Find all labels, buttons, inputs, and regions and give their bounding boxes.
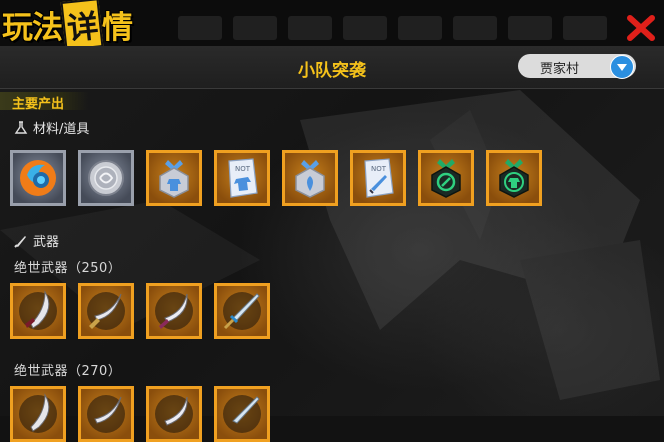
svg-text:NOT: NOT <box>235 165 251 173</box>
item-slot[interactable] <box>282 150 338 206</box>
item-slot[interactable] <box>418 150 474 206</box>
scimitar-icon <box>87 292 125 330</box>
slot <box>343 16 387 40</box>
green-armor-medal-icon <box>499 159 529 198</box>
weapon-group-label: 绝世武器（270） <box>14 364 122 379</box>
weapon-group-label: 绝世武器（250） <box>14 261 122 276</box>
item-slot[interactable] <box>146 386 202 442</box>
item-slot[interactable]: NOT <box>214 150 270 206</box>
item-slot[interactable]: NOT <box>350 150 406 206</box>
section-tag: 主要产出 <box>0 92 88 112</box>
item-slot[interactable] <box>78 283 134 339</box>
green-medal-icon <box>431 159 461 198</box>
claw-blade-icon <box>19 393 57 433</box>
item-slot[interactable] <box>486 150 542 206</box>
slot <box>288 16 332 40</box>
close-button[interactable] <box>626 14 656 42</box>
materials-row: NOT NOT <box>10 150 542 206</box>
item-slot[interactable] <box>214 386 270 442</box>
top-bar: 玩 法 详 情 <box>0 0 664 51</box>
panel-header: 小队突袭 贾家村 <box>0 46 664 89</box>
close-icon <box>627 15 655 41</box>
item-slot[interactable] <box>78 386 134 442</box>
category-label: 材料/道具 <box>33 122 90 137</box>
curved-sword-icon <box>155 292 193 330</box>
slot <box>563 16 607 40</box>
item-slot[interactable] <box>146 283 202 339</box>
broadsword-icon <box>223 395 261 433</box>
item-slot[interactable] <box>10 386 66 442</box>
weapons-row <box>10 386 270 442</box>
flask-icon <box>14 120 28 134</box>
title-char: 玩 <box>2 9 33 46</box>
broadsword-icon <box>223 292 261 330</box>
slot <box>233 16 277 40</box>
item-slot[interactable] <box>146 150 202 206</box>
armor-badge-icon <box>159 160 189 198</box>
category-weapons: 武器 <box>14 231 59 250</box>
page-title: 玩 法 详 情 <box>2 0 133 51</box>
decorative-slots <box>178 16 607 40</box>
silver-coin-icon <box>88 160 124 196</box>
category-label: 武器 <box>33 235 60 250</box>
title-char: 法 <box>32 9 63 46</box>
item-slot[interactable] <box>10 283 66 339</box>
orb-icon <box>20 160 56 196</box>
slot <box>508 16 552 40</box>
claw-blade-icon <box>19 290 57 330</box>
slot <box>398 16 442 40</box>
blade-icon <box>14 235 26 248</box>
curved-sword-icon <box>155 395 193 433</box>
title-char: 情 <box>102 9 133 46</box>
location-dropdown[interactable]: 贾家村 <box>518 54 636 79</box>
item-slot[interactable] <box>78 150 134 206</box>
slot <box>178 16 222 40</box>
title-char-highlight: 详 <box>60 0 104 51</box>
item-slot[interactable] <box>214 283 270 339</box>
item-slot[interactable] <box>10 150 66 206</box>
armor-note-icon: NOT <box>228 158 258 198</box>
weapons-row <box>10 283 270 339</box>
blade-note-icon: NOT <box>364 158 394 198</box>
slot <box>453 16 497 40</box>
svg-text:NOT: NOT <box>371 165 387 173</box>
category-materials: 材料/道具 <box>14 118 89 137</box>
shield-badge-icon <box>295 160 325 198</box>
section-label: 主要产出 <box>12 97 65 112</box>
chevron-down-icon[interactable] <box>610 55 634 79</box>
dropdown-selected: 贾家村 <box>540 62 580 77</box>
scimitar-icon <box>87 395 125 433</box>
